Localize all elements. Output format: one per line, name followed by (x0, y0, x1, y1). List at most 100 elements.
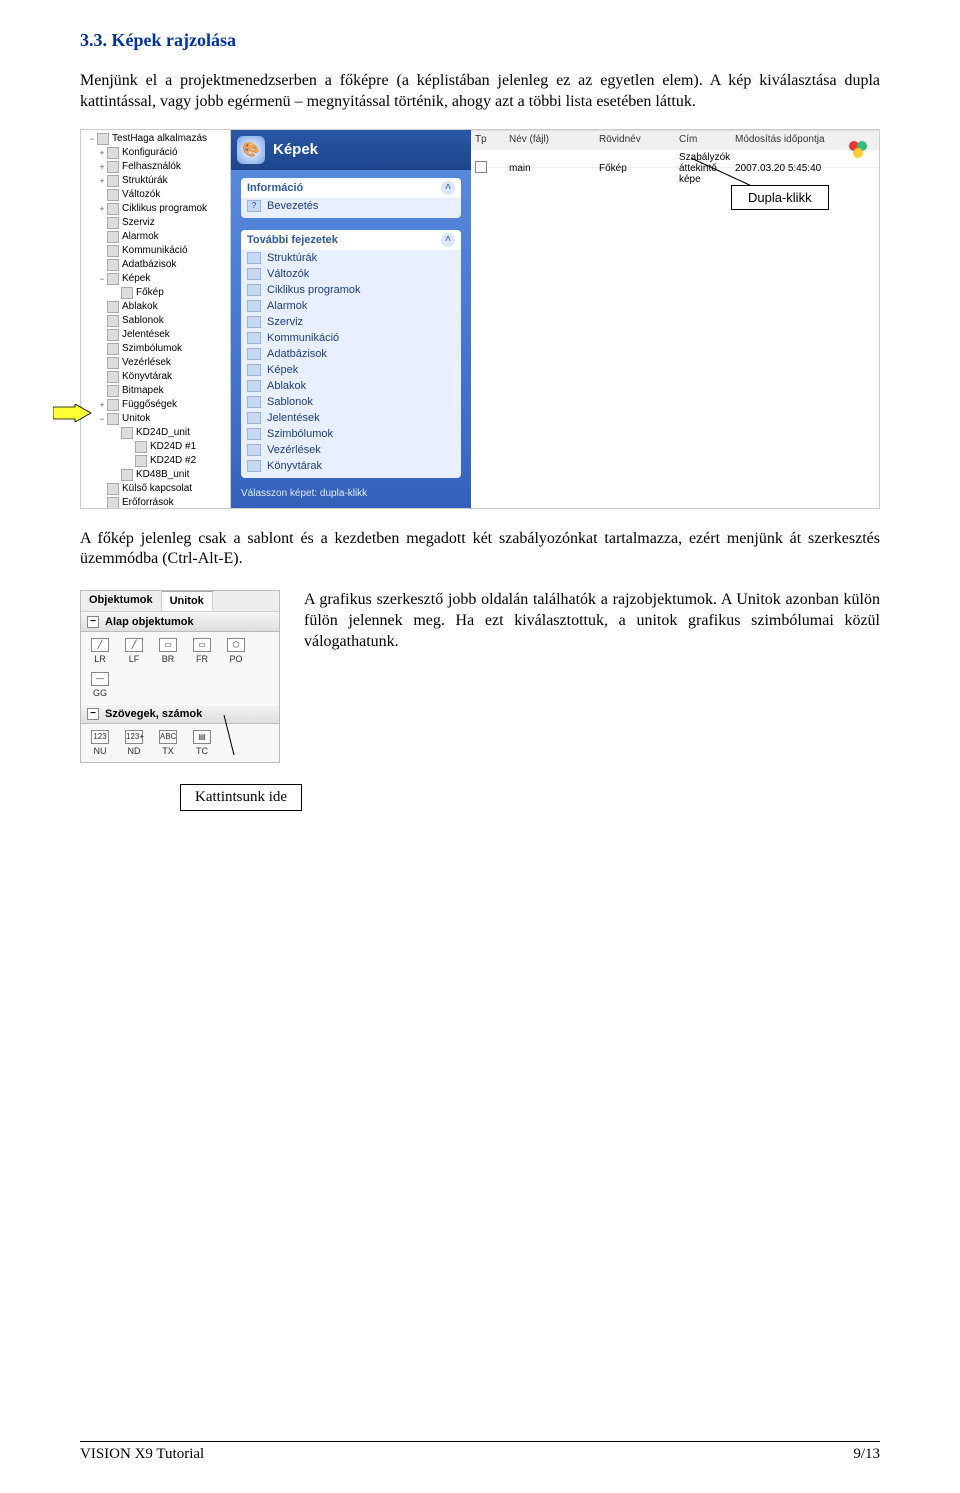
tree-item[interactable]: KD24D #1 (83, 440, 230, 454)
tree-item[interactable]: Főkép (83, 286, 230, 300)
chapter-link[interactable]: Alarmok (241, 298, 461, 314)
tool-nu[interactable]: 123NU (87, 730, 113, 756)
row-panel-and-text: Objektumok Unitok − Alap objektumok ╱LR ╱… (80, 590, 880, 763)
tree-item[interactable]: Változók (83, 188, 230, 202)
tree-item[interactable]: Vezérlések (83, 356, 230, 370)
chapter-link[interactable]: Kommunikáció (241, 330, 461, 346)
tool-glyph-icon: 123+ (125, 730, 143, 744)
tree-node-icon (107, 245, 119, 257)
chapter-link[interactable]: Adatbázisok (241, 346, 461, 362)
tree-item[interactable]: Külső kapcsolat (83, 482, 230, 496)
chapter-link[interactable]: Struktúrák (241, 250, 461, 266)
chapter-link[interactable]: Vezérlések (241, 442, 461, 458)
section-heading: 3.3. Képek rajzolása (80, 30, 880, 51)
tree-twist-icon[interactable]: − (87, 132, 97, 146)
tree-item[interactable]: Adatbázisok (83, 258, 230, 272)
chapter-link[interactable]: Ciklikus programok (241, 282, 461, 298)
chapter-link[interactable]: Változók (241, 266, 461, 282)
section-alap[interactable]: − Alap objektumok (81, 612, 279, 632)
tree-item[interactable]: Kommunikáció (83, 244, 230, 258)
chapter-link[interactable]: Sablonok (241, 394, 461, 410)
expand-icon[interactable]: − (87, 708, 99, 720)
tool-lf[interactable]: ╱LF (121, 638, 147, 664)
tool-lr[interactable]: ╱LR (87, 638, 113, 664)
chapter-link[interactable]: Szerviz (241, 314, 461, 330)
tree-item[interactable]: Jelentések (83, 328, 230, 342)
chapter-link[interactable]: Szimbólumok (241, 426, 461, 442)
tool-glyph-icon: ▤ (193, 730, 211, 744)
tool-br[interactable]: ▭BR (155, 638, 181, 664)
chapters-card-header[interactable]: További fejezetek ˄ (241, 230, 461, 250)
tree-item[interactable]: +Ciklikus programok (83, 202, 230, 216)
chapter-link[interactable]: Ablakok (241, 378, 461, 394)
tree-item[interactable]: +Felhasználók (83, 160, 230, 174)
tree-item[interactable]: −Unitok (83, 412, 230, 426)
panel-header: 🎨 Képek (231, 130, 471, 170)
tree-item[interactable]: − TestHaga alkalmazás (83, 132, 230, 146)
tree-item-label: KD48B_unit (136, 468, 189, 482)
info-card-header[interactable]: Információ ˄ (241, 178, 461, 198)
chapter-link[interactable]: Képek (241, 362, 461, 378)
chapter-link[interactable]: Jelentések (241, 410, 461, 426)
tree-item[interactable]: Könyvtárak (83, 370, 230, 384)
tree-item[interactable]: +Struktúrák (83, 174, 230, 188)
tool-gg[interactable]: —GG (87, 672, 113, 698)
collapse-icon[interactable]: ˄ (441, 181, 455, 195)
chapter-link[interactable]: Könyvtárak (241, 458, 461, 474)
chapters-list: Struktúrák Változók Ciklikus programok Alar… (241, 250, 461, 474)
tool-nd[interactable]: 123+ND (121, 730, 147, 756)
tree-item-label: TestHaga alkalmazás (112, 132, 207, 146)
tree-node-icon (107, 399, 119, 411)
tree-item-label: KD24D #2 (150, 454, 196, 468)
tree-node-icon (107, 175, 119, 187)
tree-item[interactable]: Alarmok (83, 230, 230, 244)
expand-icon[interactable]: − (87, 616, 99, 628)
tree-item[interactable]: Sablonok (83, 314, 230, 328)
chapter-label: Szimbólumok (267, 428, 333, 440)
list-row[interactable]: main Főkép Szabályzók áttekintő képe 200… (471, 150, 879, 168)
info-card-title: Információ (247, 182, 303, 194)
tree-twist-icon[interactable]: + (97, 146, 107, 160)
tool-tx[interactable]: ABCTX (155, 730, 181, 756)
tool-fr[interactable]: ▭FR (189, 638, 215, 664)
tree-item-label: Változók (122, 188, 160, 202)
tree-item[interactable]: +Konfiguráció (83, 146, 230, 160)
kepek-window: − TestHaga alkalmazás+Konfiguráció+Felhas… (80, 129, 880, 509)
chapter-label: Ciklikus programok (267, 284, 361, 296)
panel-hint: Válasszon képet: dupla-klikk (231, 482, 471, 505)
info-card-item[interactable]: ? Bevezetés (241, 198, 461, 214)
tab-objektumok[interactable]: Objektumok (81, 591, 162, 611)
tree-item[interactable]: KD48B_unit (83, 468, 230, 482)
tree-item[interactable]: KD24D_unit (83, 426, 230, 440)
chapter-label: Változók (267, 268, 309, 280)
chapter-icon (247, 412, 261, 424)
tool-po[interactable]: ⬠PO (223, 638, 249, 664)
tree-twist-icon[interactable]: + (97, 160, 107, 174)
tree-twist-icon[interactable]: + (97, 398, 107, 412)
collapse-icon[interactable]: ˄ (441, 233, 455, 247)
tasks-sidebar: 🎨 Képek Információ ˄ ? Bevezetés További… (231, 130, 471, 508)
tree-twist-icon[interactable]: − (97, 272, 107, 286)
tree-item-label: Külső kapcsolat (122, 482, 192, 496)
tree-item-label: Alarmok (122, 230, 159, 244)
tree-item-label: Ablakok (122, 300, 158, 314)
tree-item[interactable]: Ablakok (83, 300, 230, 314)
tree-twist-icon[interactable]: + (97, 202, 107, 216)
tool-tc[interactable]: ▤TC (189, 730, 215, 756)
checkbox-icon[interactable] (475, 161, 487, 173)
tree-node-icon (107, 329, 119, 341)
tree-item[interactable]: Szimbólumok (83, 342, 230, 356)
tree-item[interactable]: Bitmapek (83, 384, 230, 398)
tree-item[interactable]: Erőforrások (83, 496, 230, 508)
yellow-arrow-callout (53, 404, 91, 422)
tree-item[interactable]: +Függőségek (83, 398, 230, 412)
project-tree[interactable]: − TestHaga alkalmazás+Konfiguráció+Felhas… (81, 130, 231, 508)
tree-twist-icon[interactable]: − (97, 412, 107, 426)
tree-item[interactable]: KD24D #2 (83, 454, 230, 468)
tree-item[interactable]: Szerviz (83, 216, 230, 230)
tree-twist-icon[interactable]: + (97, 174, 107, 188)
tree-item[interactable]: −Képek (83, 272, 230, 286)
tree-node-icon (107, 259, 119, 271)
tab-unitok[interactable]: Unitok (162, 591, 213, 611)
chapter-icon (247, 268, 261, 280)
